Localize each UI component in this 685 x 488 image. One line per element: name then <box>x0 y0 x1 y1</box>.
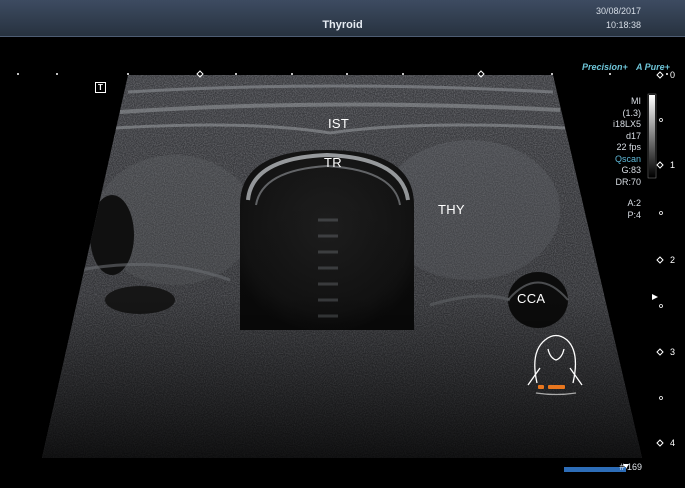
depth-2: 2 <box>669 255 675 265</box>
mi-label: MI <box>631 96 641 106</box>
exam-time: 10:18:38 <box>605 20 641 30</box>
header-bar: Thyroid 30/08/2017 10:18:38 <box>0 0 685 37</box>
dynamic-range: DR:70 <box>615 176 641 187</box>
depth-value: d17 <box>625 130 641 141</box>
qscan-label: Qscan <box>614 153 641 164</box>
a-value: A:2 <box>627 198 641 208</box>
p-value: P:4 <box>627 209 641 220</box>
depth-1: 1 <box>669 160 675 170</box>
frame-number: # 169 <box>619 462 642 472</box>
probe-marker <box>548 385 565 389</box>
precision-mode-label: Precision+ <box>582 62 628 72</box>
label-ist: IST <box>328 116 350 131</box>
apure-mode-label: A Pure+ <box>636 62 670 72</box>
label-thy: THY <box>438 202 465 217</box>
gain-value: G:83 <box>621 165 641 175</box>
probe-name: i18LX5 <box>612 119 641 129</box>
scan-field <box>42 75 642 458</box>
label-cca: CCA <box>517 291 546 306</box>
t-marker: T <box>95 82 106 93</box>
label-tr: TR <box>324 155 342 170</box>
depth-0: 0 <box>669 70 675 80</box>
depth-4: 4 <box>669 438 675 448</box>
cine-progress-bar[interactable] <box>564 467 626 472</box>
depth-3: 3 <box>669 347 675 357</box>
frame-rate: 22 fps <box>616 142 641 152</box>
probe-marker-left <box>538 385 544 389</box>
focus-marker-icon <box>652 294 658 300</box>
exam-date: 30/08/2017 <box>595 6 641 16</box>
depth-scale-ticks <box>656 71 664 447</box>
exam-title: Thyroid <box>322 19 363 31</box>
mi-value: (1.3) <box>622 107 641 118</box>
settings-panel: MI (1.3) i18LX5 d17 22 fps Qscan G:83 DR… <box>613 96 641 188</box>
ultrasound-image <box>17 70 668 469</box>
